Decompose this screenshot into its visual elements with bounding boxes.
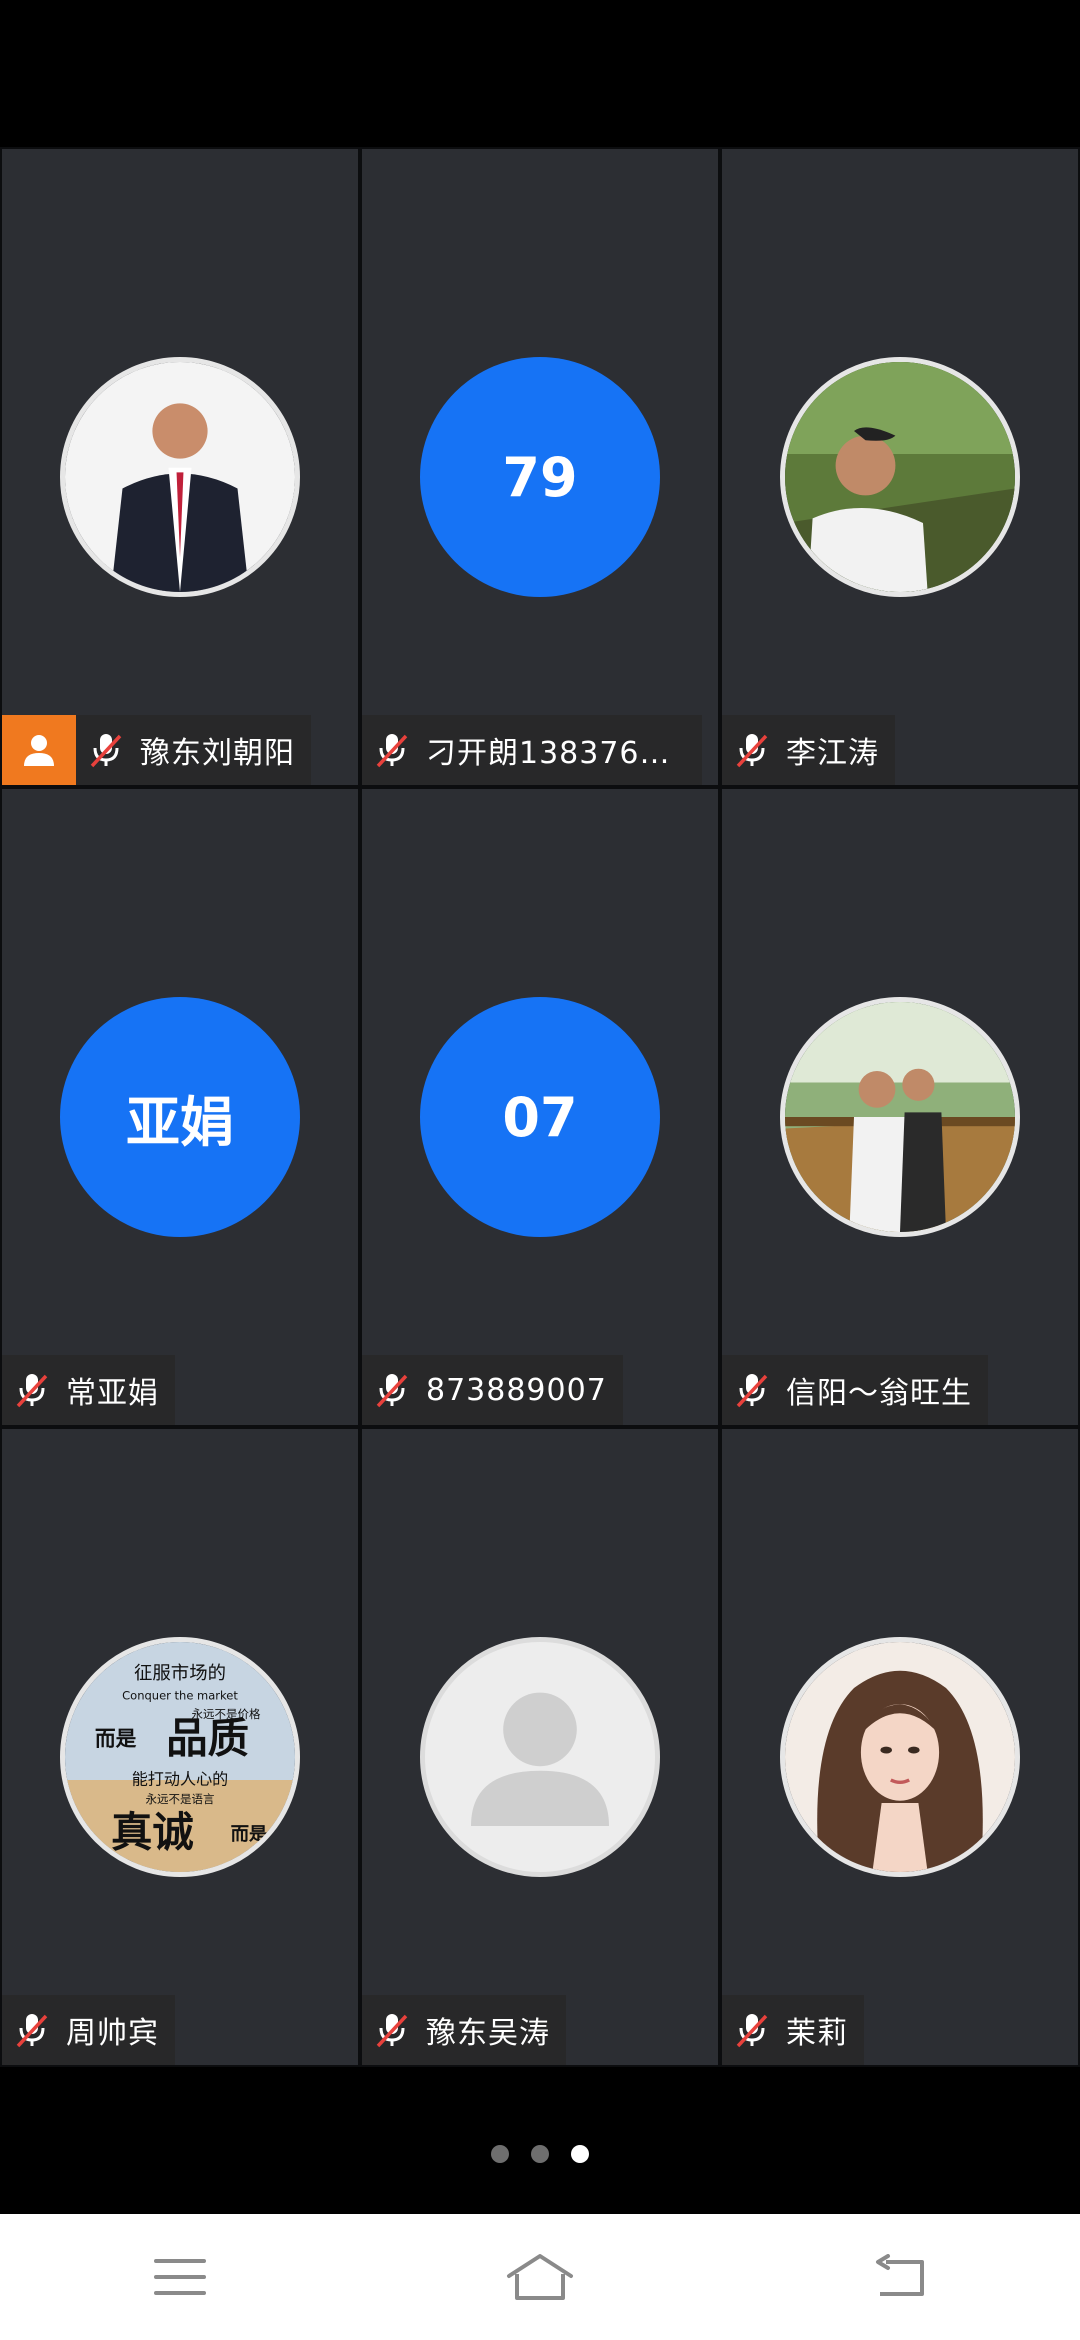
host-badge: [2, 715, 76, 785]
default-person-icon: [471, 1692, 609, 1826]
back-button[interactable]: [860, 2237, 940, 2317]
avatar: 征服市场的 Conquer the market 永远不是价格 而是 品质 能打…: [60, 1637, 300, 1877]
participant-tile[interactable]: 征服市场的 Conquer the market 永远不是价格 而是 品质 能打…: [0, 1427, 360, 2067]
avatar: 亚娟: [60, 997, 300, 1237]
poster-text: 真诚: [111, 1809, 194, 1857]
participant-name: 刁开朗1383761...: [426, 736, 686, 771]
home-icon: [507, 2254, 573, 2300]
poster-text: 征服市场的: [134, 1663, 226, 1684]
person-icon: [24, 735, 54, 766]
participant-name: 873889007: [426, 1372, 607, 1408]
participant-tile[interactable]: 07 873889007: [360, 787, 720, 1427]
poster-text: 品质: [166, 1714, 249, 1762]
avatar: [420, 1637, 660, 1877]
participant-label: 茉莉: [722, 1995, 864, 2065]
page-dot[interactable]: [531, 2145, 549, 2163]
poster-text: 而是: [231, 1824, 268, 1845]
avatar: [780, 357, 1020, 597]
avatar: [780, 1637, 1020, 1877]
mic-muted-icon: [16, 2014, 48, 2048]
page-indicator: [0, 2145, 1080, 2163]
mic-muted-icon: [736, 734, 768, 768]
poster-text: 永远不是语言: [146, 1792, 215, 1806]
menu-button[interactable]: [140, 2237, 220, 2317]
participant-label: 刁开朗1383761...: [362, 715, 702, 785]
participant-name: 李江涛: [786, 736, 879, 771]
participant-label: 李江涛: [722, 715, 895, 785]
poster-text: 而是: [95, 1727, 137, 1751]
mic-muted-icon: [736, 2014, 768, 2048]
participant-tile[interactable]: 豫东吴涛: [360, 1427, 720, 2067]
participant-tile[interactable]: 豫东刘朝阳: [0, 147, 360, 787]
participant-tile[interactable]: 李江涛: [720, 147, 1080, 787]
mic-muted-icon: [736, 1374, 768, 1408]
participant-tile[interactable]: 茉莉: [720, 1427, 1080, 2067]
page-dot[interactable]: [491, 2145, 509, 2163]
avatar: 79: [420, 357, 660, 597]
poster-text: Conquer the market: [122, 1689, 238, 1703]
mic-muted-icon: [16, 1374, 48, 1408]
participant-name: 豫东刘朝阳: [140, 736, 295, 771]
participant-tile[interactable]: 79 刁开朗1383761...: [360, 147, 720, 787]
mic-muted-icon: [376, 1374, 408, 1408]
back-icon: [876, 2254, 924, 2296]
mic-muted-icon: [376, 2014, 408, 2048]
avatar: [60, 357, 300, 597]
page-dot-active[interactable]: [571, 2145, 589, 2163]
participant-name: 常亚娟: [66, 1376, 159, 1411]
participant-label: 常亚娟: [2, 1355, 175, 1425]
participant-name: 信阳～翁旺生: [786, 1376, 972, 1411]
avatar: 07: [420, 997, 660, 1237]
participant-label: 豫东刘朝阳: [76, 715, 311, 785]
participant-label: 873889007: [362, 1355, 623, 1425]
participant-name: 豫东吴涛: [426, 2016, 550, 2051]
participant-tile[interactable]: 信阳～翁旺生: [720, 787, 1080, 1427]
participant-name: 茉莉: [786, 2016, 848, 2051]
participant-tile[interactable]: 亚娟 常亚娟: [0, 787, 360, 1427]
home-button[interactable]: [500, 2237, 580, 2317]
menu-icon: [154, 2259, 206, 2295]
mic-muted-icon: [376, 734, 408, 768]
mic-muted-icon: [90, 734, 122, 768]
poster-text: 能打动人心的: [132, 1770, 229, 1789]
participant-label: 豫东吴涛: [362, 1995, 566, 2065]
system-navbar: [0, 2214, 1080, 2340]
avatar: [780, 997, 1020, 1237]
participant-name: 周帅宾: [66, 2016, 159, 2051]
video-grid: 豫东刘朝阳 79 刁开朗1383761... 李江涛 亚娟 常亚娟 07 873…: [0, 147, 1080, 2067]
participant-label: 周帅宾: [2, 1995, 175, 2065]
participant-label: 信阳～翁旺生: [722, 1355, 988, 1425]
